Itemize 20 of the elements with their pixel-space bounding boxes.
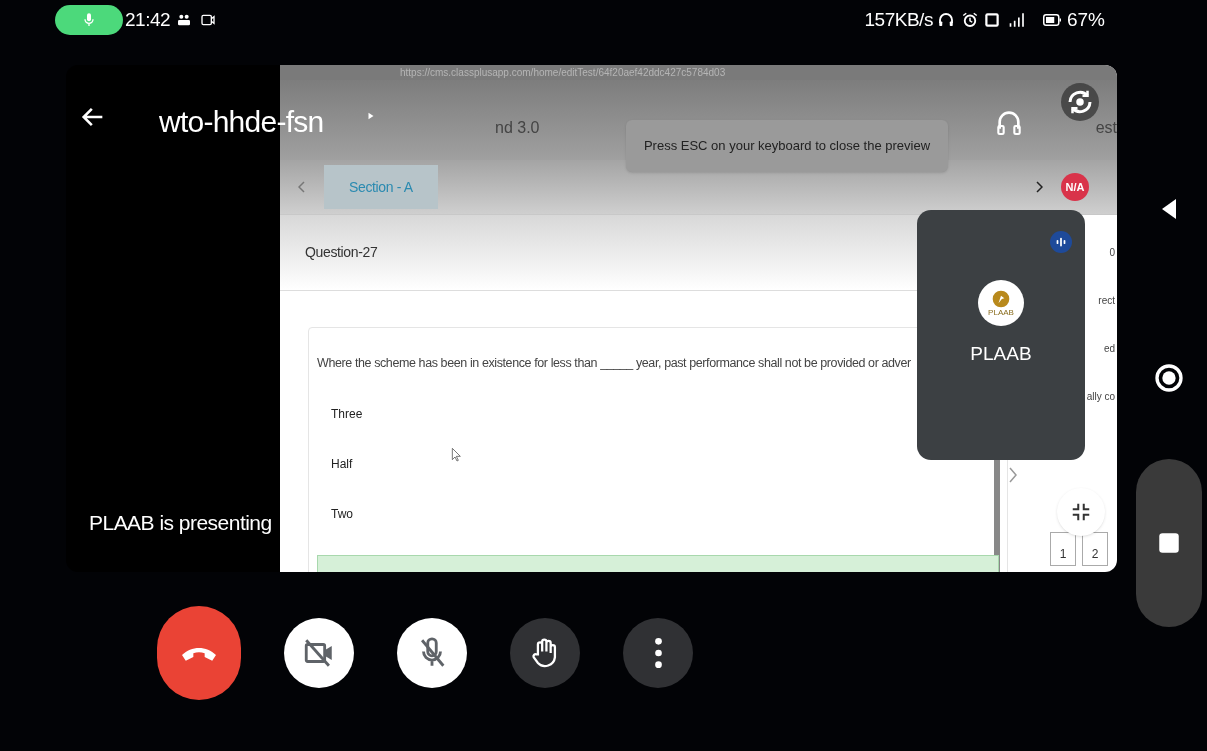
panel-text: ed	[1103, 342, 1115, 356]
logo-text: PLAAB	[988, 309, 1014, 317]
clock-time: 21:42	[125, 7, 171, 32]
question-text: Where the scheme has been in existence for less than _____ year, past performance shall not be provided or adver	[316, 355, 912, 372]
page-title: nd 3.0	[495, 118, 540, 138]
answer-option[interactable]: Two	[317, 504, 367, 523]
url-bar: https://cms.classplusapp.com/home/editTest/64f20aef42ddc427c5784d03	[280, 65, 1117, 80]
panel-text: rect	[1098, 294, 1115, 308]
preview-toast: Press ESC on your keyboard to close the preview	[626, 120, 948, 172]
presenting-label: PLAAB is presenting	[89, 509, 273, 536]
network-speed: 157KB/s	[864, 7, 933, 32]
panel-text: 0	[1109, 246, 1115, 260]
battery-percent: 67%	[1066, 7, 1105, 32]
status-badge: N/A	[1061, 173, 1089, 201]
participant-name: PLAAB	[970, 342, 1032, 366]
answer-option[interactable]: Three	[317, 404, 377, 423]
answer-option[interactable]: Half	[317, 454, 367, 473]
page-text: est	[1095, 118, 1117, 138]
question-number: Question-27	[305, 243, 378, 262]
panel-text: ally co	[1086, 390, 1115, 404]
